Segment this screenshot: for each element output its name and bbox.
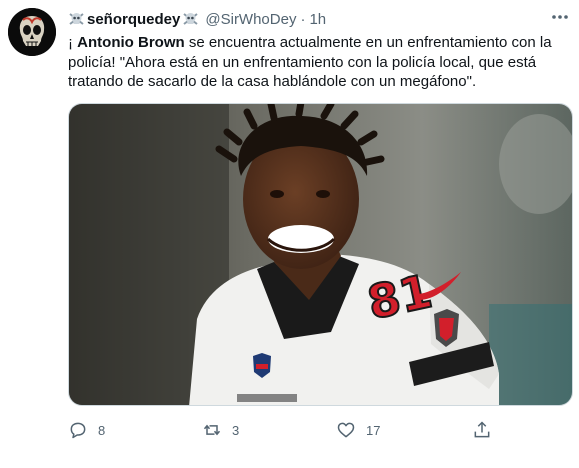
display-name: señorquedey (87, 10, 181, 28)
skull-emoji-icon (182, 11, 199, 27)
separator-dot: · (300, 10, 306, 28)
share-icon (472, 420, 492, 440)
reply-icon (68, 420, 88, 440)
tweet-photo[interactable]: 81 (68, 103, 573, 406)
skull-emoji-icon (68, 11, 85, 27)
reply-count: 8 (98, 422, 106, 438)
tweet-header: señorquedey @SirWhoDey · 1h (68, 9, 567, 29)
tweet-text-bold-name: Antonio Brown (77, 34, 185, 51)
avatar[interactable] (8, 8, 56, 56)
timestamp[interactable]: 1h (309, 11, 326, 28)
reply-button[interactable]: 8 (68, 418, 105, 442)
retweet-count: 3 (232, 422, 240, 438)
user-handle[interactable]: @SirWhoDey (205, 11, 296, 28)
retweet-button[interactable]: 3 (202, 418, 239, 442)
like-count: 17 (366, 422, 381, 438)
display-name-link[interactable]: señorquedey (68, 11, 199, 28)
like-icon (336, 420, 356, 440)
like-button[interactable]: 17 (336, 418, 380, 442)
share-button[interactable] (472, 418, 492, 442)
more-options-icon[interactable] (547, 6, 573, 28)
tweet-actions: 8 3 17 (68, 418, 498, 442)
tweet-text: ¡ Antonio Brown se encuentra actualmente… (68, 33, 568, 92)
tweet-text-intro: ¡ (68, 34, 73, 51)
retweet-icon (202, 420, 222, 440)
